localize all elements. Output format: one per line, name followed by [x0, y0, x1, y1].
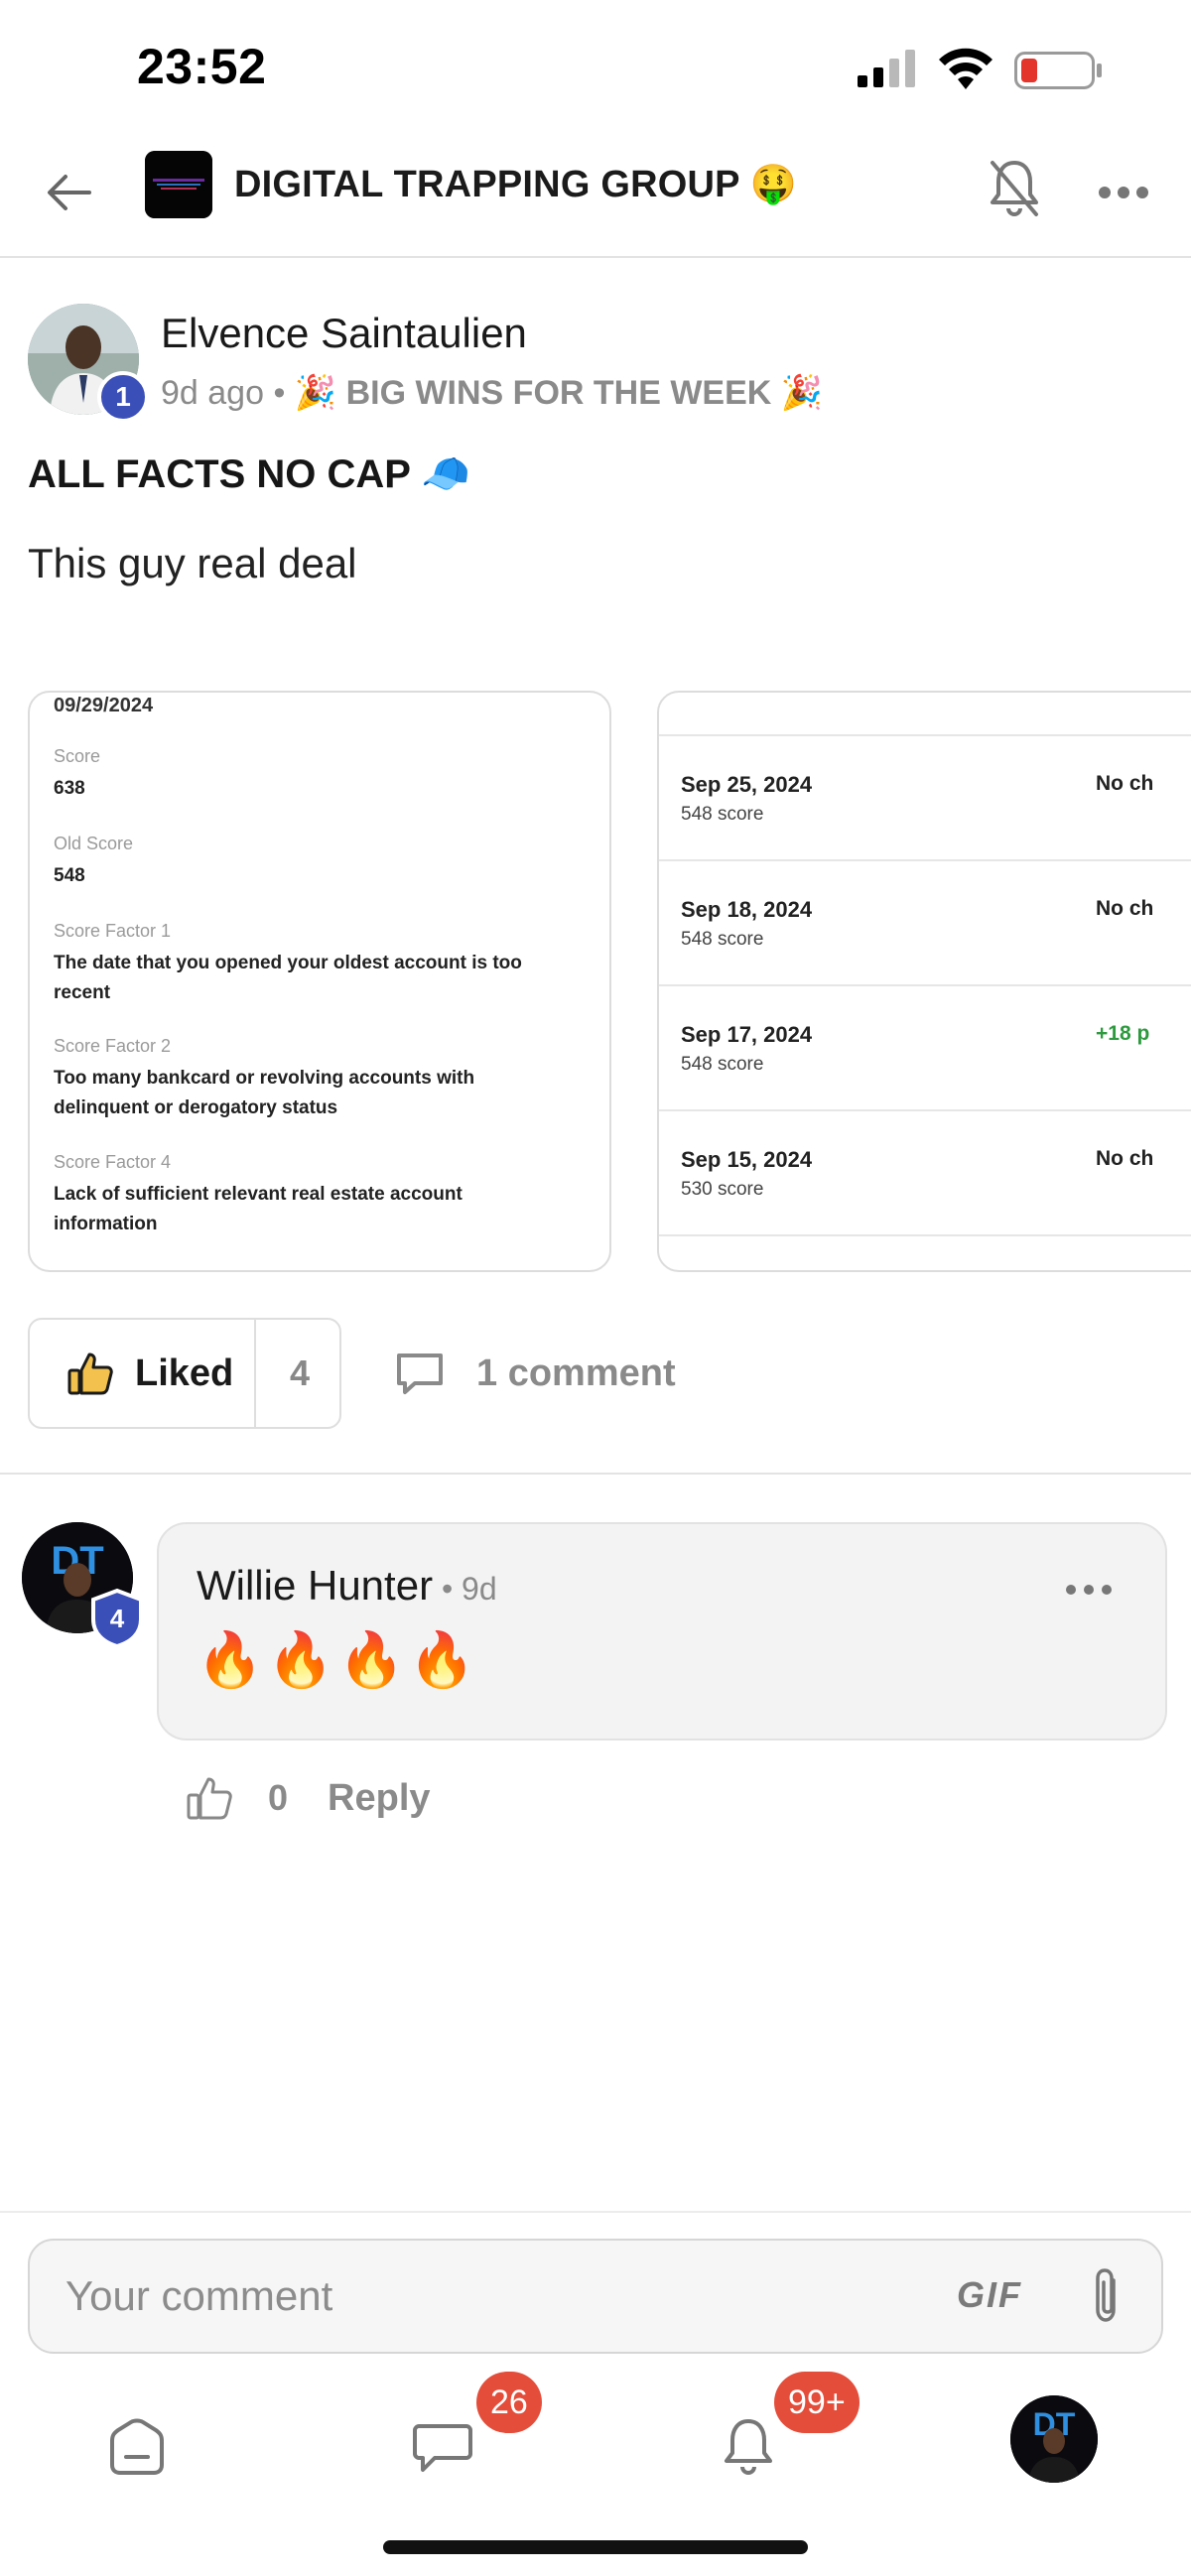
bell-off-icon: [991, 161, 1038, 216]
bottom-bar: GIF: [0, 2211, 1191, 2576]
history-change: No ch: [1096, 897, 1154, 920]
history-score: 548 score: [681, 1054, 764, 1075]
field-value: The date that you opened your oldest acc…: [54, 953, 522, 1003]
history-score: 530 score: [681, 1179, 764, 1200]
comment-actions: 0 Reply: [185, 1768, 431, 1828]
field-label: Score Factor 4: [54, 1152, 172, 1172]
history-change: No ch: [1096, 772, 1154, 795]
comment-author[interactable]: Willie Hunter • 9d: [197, 1562, 497, 1610]
field-value: 638: [54, 778, 85, 799]
post-image-score-report[interactable]: 09/29/2024 Score 638 Old Score 548 Score…: [28, 691, 611, 1272]
comment-time: • 9d: [433, 1571, 497, 1607]
post-image-score-history[interactable]: Sep 25, 2024 548 score No ch Sep 18, 202…: [657, 691, 1191, 1272]
post-body: This guy real deal: [28, 540, 357, 586]
like-button[interactable]: Liked: [30, 1320, 256, 1427]
post-title: ALL FACTS NO CAP 🧢: [28, 452, 471, 496]
home-icon: [110, 2418, 164, 2475]
field-label: Score Factor 1: [54, 921, 172, 941]
app-header: DIGITAL TRAPPING GROUP 🤑: [0, 139, 1191, 258]
history-score: 548 score: [681, 804, 764, 825]
post-category[interactable]: 🎉 BIG WINS FOR THE WEEK 🎉: [295, 374, 823, 412]
field-value: Too many bankcard or revolving accounts …: [54, 1068, 475, 1118]
more-options-button[interactable]: [1096, 173, 1151, 212]
home-indicator: [383, 2540, 808, 2554]
nav-notifications[interactable]: [709, 2407, 788, 2487]
history-row: Sep 15, 2024 530 score No ch: [659, 1111, 1191, 1236]
group-logo[interactable]: [145, 151, 212, 218]
status-bar: 23:52: [0, 0, 1191, 139]
field-value: 548: [54, 865, 85, 886]
comment-bubble: Willie Hunter • 9d 🔥🔥🔥🔥: [157, 1522, 1167, 1740]
comment-author-name[interactable]: Willie Hunter: [197, 1562, 433, 1609]
history-row: Sep 18, 2024 548 score No ch: [659, 861, 1191, 986]
history-row-partial: [659, 693, 1191, 736]
nav-profile-avatar[interactable]: DT: [1010, 2395, 1098, 2483]
group-name[interactable]: DIGITAL TRAPPING GROUP 🤑: [234, 163, 797, 206]
comment-text: 🔥🔥🔥🔥: [197, 1630, 479, 1690]
comment-like-count: 0: [268, 1777, 289, 1818]
field-label: Score: [54, 746, 101, 766]
chat-icon: [413, 2424, 472, 2472]
comment-like-button[interactable]: [185, 1773, 234, 1823]
comment-count: 1 comment: [476, 1352, 676, 1394]
history-date: Sep 15, 2024: [681, 1147, 813, 1172]
history-date: Sep 25, 2024: [681, 772, 813, 797]
post-meta: 9d ago • 🎉 BIG WINS FOR THE WEEK 🎉: [161, 373, 823, 413]
nav-home[interactable]: [97, 2407, 177, 2487]
history-row: Sep 17, 2024 548 score +18 p: [659, 986, 1191, 1111]
nav-chats[interactable]: [403, 2407, 482, 2487]
field-value: Lack of sufficient relevant real estate …: [54, 1184, 463, 1234]
gif-button[interactable]: GIF: [957, 2274, 1022, 2316]
image-carousel[interactable]: 09/29/2024 Score 638 Old Score 548 Score…: [28, 691, 1191, 1272]
comments-button[interactable]: 1 comment: [393, 1344, 676, 1403]
history-date: Sep 17, 2024: [681, 1022, 813, 1047]
chats-badge: 26: [476, 2372, 542, 2433]
notifications-badge: 99+: [774, 2372, 860, 2433]
cellular-signal-icon: [858, 50, 915, 87]
history-date: Sep 18, 2024: [681, 897, 813, 922]
comment-composer: GIF: [28, 2239, 1163, 2354]
bell-icon: [725, 2419, 772, 2475]
field-label: Score Factor 2: [54, 1036, 172, 1056]
like-count[interactable]: 4: [258, 1320, 341, 1427]
commenter-level: 4: [110, 1604, 125, 1633]
post-time: 9d ago: [161, 374, 264, 412]
ellipsis-icon: [1066, 1585, 1112, 1595]
comment-bubble-icon: [397, 1353, 443, 1394]
thumbs-up-icon: [67, 1352, 113, 1395]
back-button[interactable]: [40, 163, 99, 222]
post-author-name[interactable]: Elvence Saintaulien: [161, 310, 527, 357]
report-date: 09/29/2024: [54, 695, 154, 716]
notifications-off-button[interactable]: [987, 157, 1042, 220]
section-divider: [0, 1473, 1191, 1475]
history-score: 548 score: [681, 929, 764, 950]
status-time: 23:52: [137, 39, 267, 94]
shield-level-icon: 4: [91, 1588, 143, 1649]
comment-more-button[interactable]: [1064, 1580, 1114, 1600]
history-row: Sep 25, 2024 548 score No ch: [659, 736, 1191, 861]
battery-icon: [1014, 52, 1102, 89]
comment-input[interactable]: [66, 2241, 939, 2352]
history-change: +18 p: [1096, 1022, 1150, 1045]
meta-separator: •: [264, 374, 295, 412]
wifi-icon: [939, 48, 992, 89]
history-change: No ch: [1096, 1147, 1154, 1170]
author-level-badge: 1: [97, 371, 149, 423]
ellipsis-icon: [1099, 187, 1148, 198]
like-group: Liked 4: [28, 1318, 341, 1429]
like-label: Liked: [135, 1352, 234, 1394]
paperclip-icon[interactable]: [1080, 2264, 1133, 2328]
field-label: Old Score: [54, 834, 134, 853]
reply-button[interactable]: Reply: [328, 1777, 430, 1820]
arrow-left-icon: [48, 175, 91, 210]
